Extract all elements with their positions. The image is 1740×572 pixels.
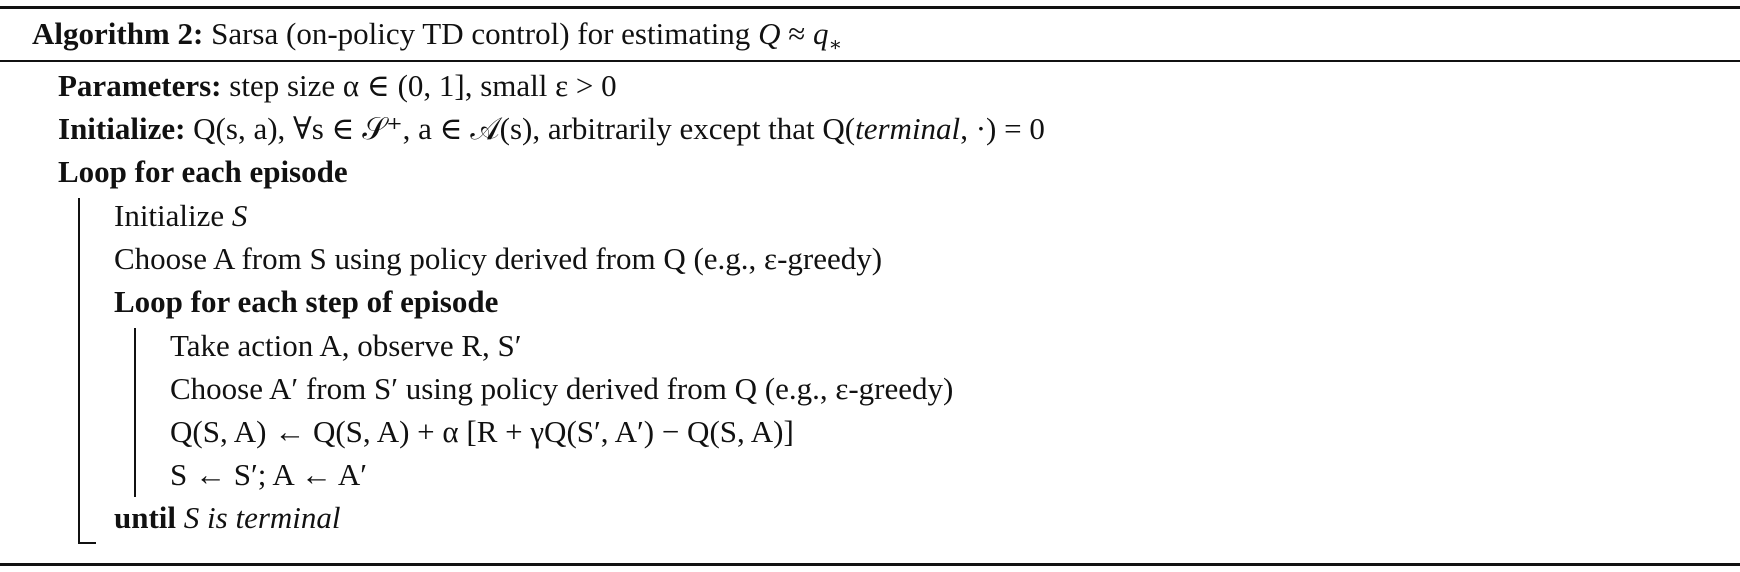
until-condition: is terminal [207, 500, 341, 535]
initialize-keyword: Initialize: [58, 111, 186, 146]
loop-episode-line: Loop for each episode [58, 154, 348, 189]
caption-rule [0, 60, 1740, 62]
bottom-rule [0, 563, 1740, 566]
algorithm-label: Algorithm 2: [32, 16, 204, 51]
loop-step-line: Loop for each step of episode [114, 284, 499, 319]
step-loop-bracket [134, 328, 136, 497]
choose-a-prime-line: Choose A′ from S′ using policy derived f… [170, 371, 954, 406]
update-rule-line: Q(S, A) ← Q(S, A) + α [R + γQ(S′, A′) − … [170, 414, 794, 449]
algorithm-title: Sarsa (on-policy TD control) for estimat… [211, 16, 843, 57]
algorithm-caption: Algorithm 2: Sarsa (on-policy TD control… [32, 18, 842, 55]
take-action-line: Take action A, observe R, S′ [170, 328, 522, 363]
episode-loop-bracket [78, 198, 96, 544]
until-line: until S is terminal [114, 500, 341, 535]
choose-a-line: Choose A from S using policy derived fro… [114, 241, 883, 276]
until-keyword: until [114, 500, 177, 535]
top-rule [0, 6, 1740, 9]
parameters-line: Parameters: step size α ∈ (0, 1], small … [58, 70, 617, 101]
init-s-line: Initialize S [114, 198, 248, 233]
parameters-keyword: Parameters: [58, 68, 222, 103]
initialize-line: Initialize: Q(s, a), ∀s ∈ 𝒮⁺, a ∈ 𝒜(s), … [58, 113, 1045, 144]
assign-line: S ← S′; A ← A′ [170, 457, 368, 492]
initialize-text: Q(s, a), ∀s ∈ 𝒮⁺, a ∈ 𝒜(s), arbitrarily … [193, 111, 1045, 146]
parameters-text: step size α ∈ (0, 1], small ε > 0 [229, 68, 617, 103]
